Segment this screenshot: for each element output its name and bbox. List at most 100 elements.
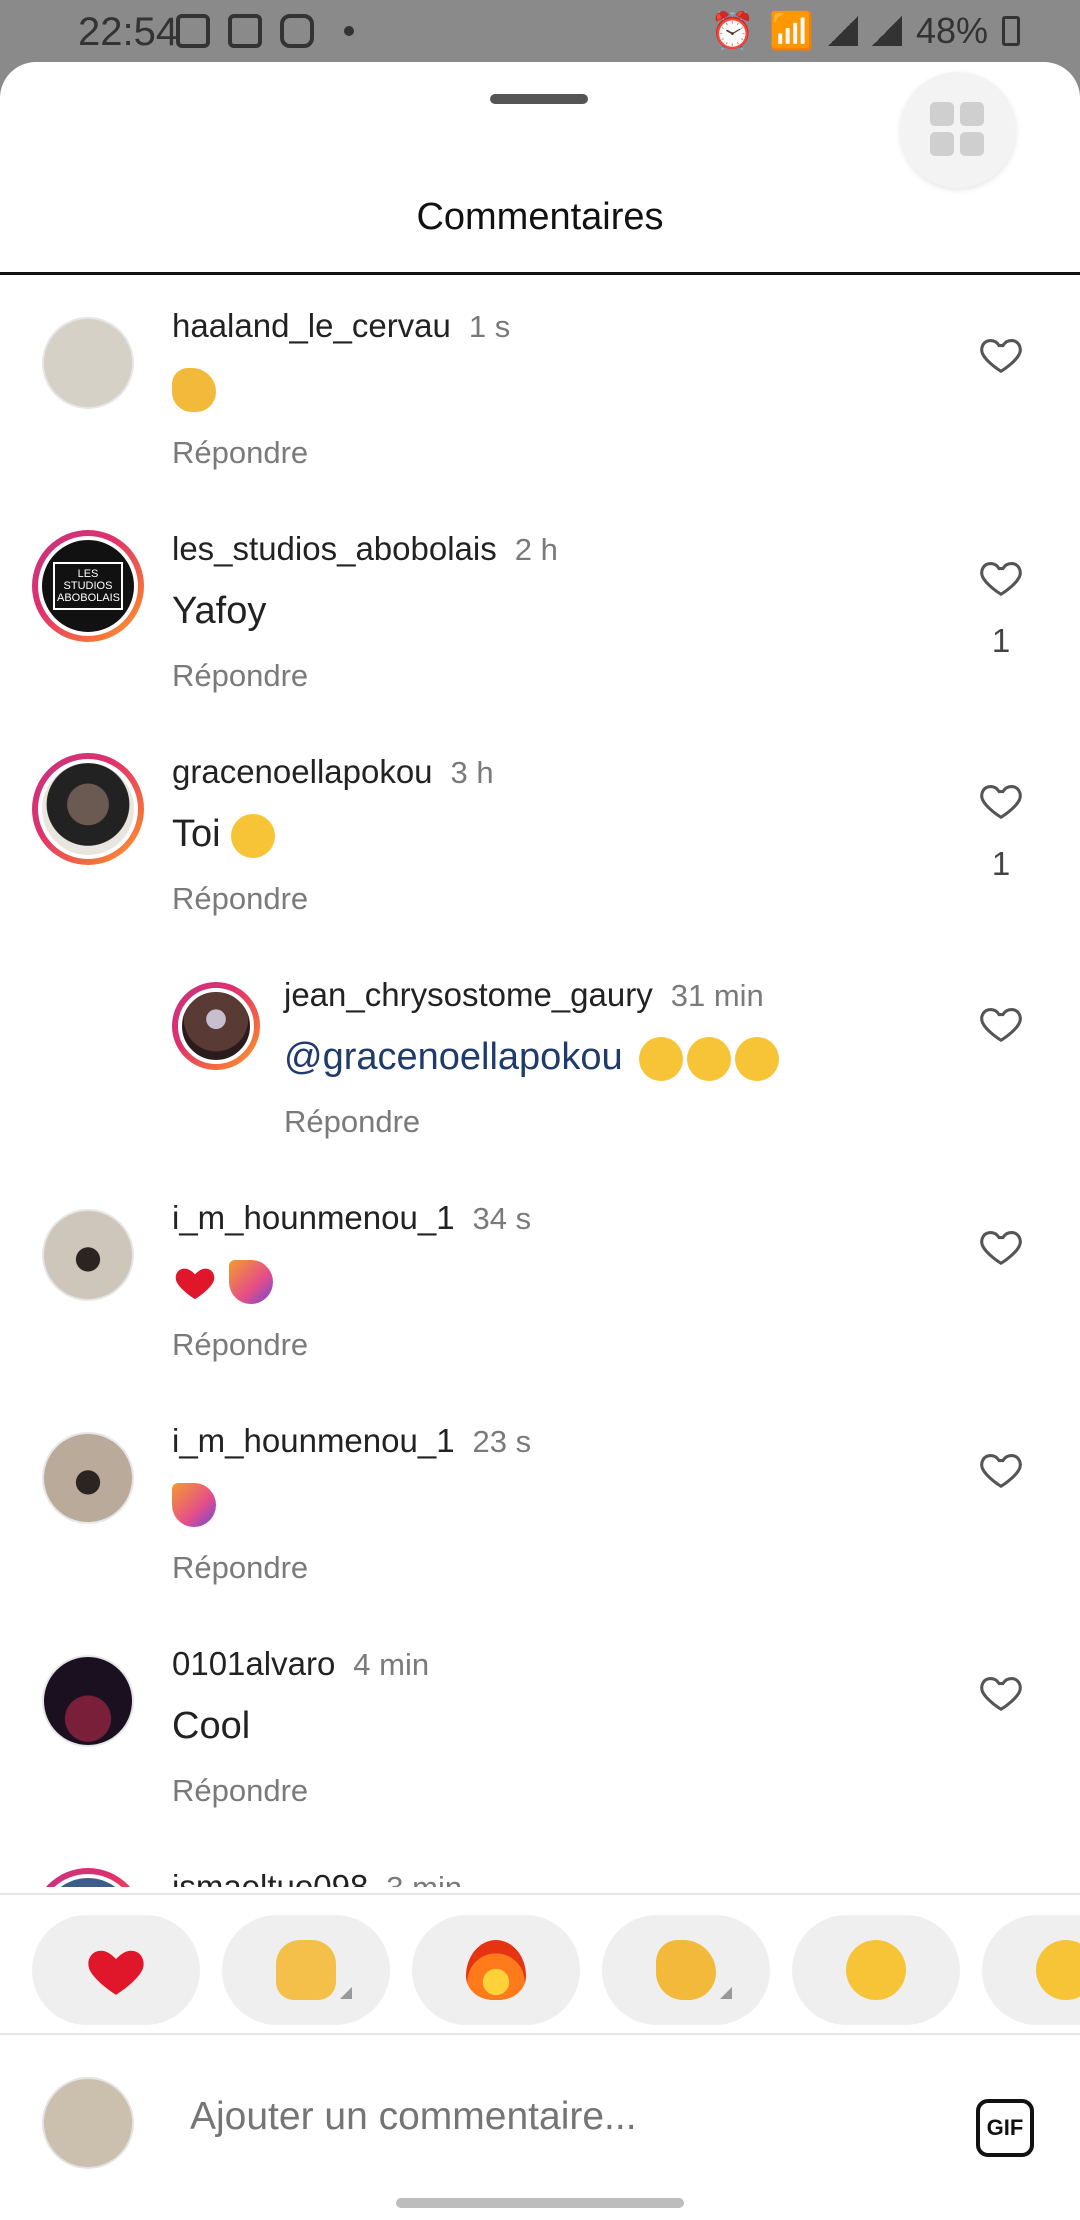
comment-text: Toi: [172, 813, 279, 858]
comment-text: @gracenoellapokou: [284, 1036, 783, 1081]
status-time: 22:54: [78, 10, 179, 54]
avatar[interactable]: [42, 317, 134, 409]
fire-icon: [466, 1940, 526, 2000]
comment-text: Yafoy: [172, 590, 267, 632]
comment-username[interactable]: 0101alvaro: [172, 1645, 335, 1682]
like-count[interactable]: 1: [978, 845, 1024, 883]
comment-username[interactable]: i_m_hounmenou_1: [172, 1199, 455, 1236]
comments-list[interactable]: haaland_le_cervau 1 s Répondre LES STUDIO…: [0, 275, 1080, 1887]
avatar-with-story-ring[interactable]: [32, 1868, 144, 1887]
comment-time: 23 s: [472, 1424, 532, 1459]
comment-username[interactable]: haaland_le_cervau: [172, 307, 451, 344]
mention-link[interactable]: @gracenoellapokou: [284, 1036, 623, 1078]
avatar[interactable]: [42, 1432, 134, 1524]
comment-item: i_m_hounmenou_1 34 s Répondre: [0, 1167, 1080, 1390]
signal-icon: [827, 16, 858, 46]
heart-eyes-icon: [1036, 1940, 1080, 2000]
party-popper-emoji-icon: [172, 1482, 216, 1527]
comment-username[interactable]: les_studios_abobolais: [172, 530, 497, 567]
heart-icon[interactable]: [978, 554, 1024, 600]
avatar[interactable]: [42, 1655, 134, 1747]
comment-item: i_m_hounmenou_1 23 s Répondre: [0, 1390, 1080, 1613]
rofl-emoji-icon: [231, 813, 276, 858]
comment-username[interactable]: jean_chrysostome_gaury: [284, 976, 653, 1013]
reaction-clap-button[interactable]: [602, 1915, 770, 2025]
avatar-with-story-ring[interactable]: LES STUDIOS ABOBOLAIS.: [32, 530, 144, 642]
variant-indicator-icon: [340, 1987, 352, 1999]
reply-button[interactable]: Répondre: [172, 881, 308, 917]
comment-text: [172, 1259, 277, 1305]
grid-icon: [930, 102, 954, 126]
comment-username[interactable]: ismaeltuo098: [172, 1868, 368, 1887]
emoji-reaction-bar: [0, 1893, 1080, 2035]
reply-button[interactable]: Répondre: [172, 1550, 308, 1586]
like-count[interactable]: 1: [978, 622, 1024, 660]
party-popper-emoji-icon: [228, 1260, 273, 1304]
comments-sheet: Commentaires haaland_le_cervau 1 s Répond…: [0, 62, 1080, 2220]
grid-icon: [930, 132, 954, 156]
gif-button[interactable]: GIF: [976, 2099, 1034, 2157]
variant-indicator-icon: [720, 1987, 732, 1999]
battery-icon: [1002, 16, 1020, 46]
comment-item: ismaeltuo098 3 min: [0, 1836, 1080, 1887]
reply-button[interactable]: Répondre: [172, 1773, 308, 1809]
comment-time: 3 h: [450, 755, 494, 790]
heart-icon[interactable]: [978, 1669, 1024, 1715]
reaction-raised-hands-button[interactable]: [222, 1915, 390, 2025]
wifi-icon: 📶: [769, 10, 814, 51]
reply-button[interactable]: Répondre: [172, 435, 308, 471]
comment-username[interactable]: gracenoellapokou: [172, 753, 433, 790]
crying-face-icon: [846, 1940, 906, 2000]
clap-emoji-icon: [172, 367, 216, 412]
my-avatar: [42, 2077, 134, 2169]
comment-username[interactable]: i_m_hounmenou_1: [172, 1422, 455, 1459]
comment-text: [172, 1482, 220, 1527]
comment-time: 3 min: [386, 1870, 462, 1887]
comment-text: Cool: [172, 1705, 251, 1747]
avatar-with-story-ring[interactable]: [32, 753, 144, 865]
comment-item: gracenoellapokou 3 h Toi Répondre 1: [0, 721, 1080, 944]
red-heart-icon: [88, 1950, 144, 1995]
grid-icon: [960, 102, 984, 126]
battery-percent: 48%: [915, 10, 988, 51]
rofl-emoji-icon: [735, 1036, 780, 1081]
comment-time: 4 min: [353, 1647, 430, 1682]
comment-time: 34 s: [472, 1201, 532, 1236]
signal-icon: [871, 16, 902, 46]
red-heart-emoji-icon: [175, 1268, 215, 1300]
heart-icon[interactable]: [978, 331, 1024, 377]
heart-icon[interactable]: [978, 1446, 1024, 1492]
comment-time: 2 h: [514, 532, 558, 567]
raised-hands-icon: [276, 1940, 336, 2000]
reply-button[interactable]: Répondre: [172, 1327, 308, 1363]
reply-button[interactable]: Répondre: [284, 1104, 420, 1140]
heart-icon[interactable]: [978, 777, 1024, 823]
comment-text: [172, 367, 220, 412]
comment-item: haaland_le_cervau 1 s Répondre: [0, 275, 1080, 498]
comment-composer: GIF: [0, 2037, 1080, 2187]
avatar-with-story-ring[interactable]: [172, 982, 260, 1070]
heart-icon[interactable]: [978, 1000, 1024, 1046]
reaction-red-heart-button[interactable]: [32, 1915, 200, 2025]
more-notifications-icon: [344, 26, 354, 36]
reaction-heart-eyes-button[interactable]: [982, 1915, 1080, 2025]
reply-button[interactable]: Répondre: [172, 658, 308, 694]
gallery-icon: [176, 14, 210, 48]
floating-apps-button[interactable]: [900, 72, 1016, 188]
tv-icon: [228, 14, 262, 48]
reaction-fire-button[interactable]: [412, 1915, 580, 2025]
gesture-nav-bar[interactable]: [396, 2198, 684, 2208]
notification-icons: [176, 14, 354, 48]
reply-item: jean_chrysostome_gaury 31 min @gracenoell…: [0, 944, 1080, 1167]
comment-time: 1 s: [468, 309, 511, 344]
avatar[interactable]: [42, 1209, 134, 1301]
alarm-icon: ⏰: [710, 10, 756, 51]
heart-icon[interactable]: [978, 1223, 1024, 1269]
reaction-crying-button[interactable]: [792, 1915, 960, 2025]
drag-handle[interactable]: [490, 94, 588, 104]
grid-icon: [960, 132, 984, 156]
rofl-emoji-icon: [639, 1036, 684, 1081]
comment-input[interactable]: [190, 2095, 910, 2139]
clap-icon: [656, 1940, 716, 2000]
comment-item: LES STUDIOS ABOBOLAIS. les_studios_abobo…: [0, 498, 1080, 721]
